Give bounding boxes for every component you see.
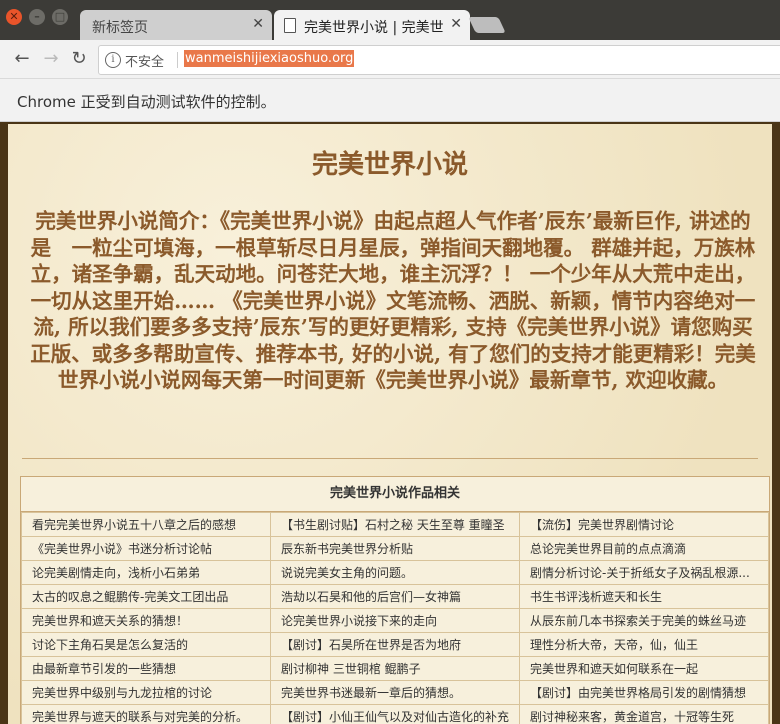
new-tab-button[interactable] <box>468 17 506 33</box>
table-cell: 剧讨柳神 三世铜棺 鲲鹏子 <box>270 656 520 681</box>
book-intro: 完美世界小说简介：《完美世界小说》由起点超人气作者’辰东’最新巨作, 讲述的是 … <box>30 209 756 392</box>
related-works-title: 完美世界小说作品相关 <box>21 477 769 512</box>
related-link[interactable]: 【剧讨】由完美世界格局引发的剧情猜想 <box>530 686 746 700</box>
table-row: 完美世界与遮天的联系与对完美的分析。 【剧讨】小仙王仙气以及对仙古造化的补充 剧讨神… <box>21 704 769 724</box>
tab-new-tab[interactable]: 新标签页 ✕ <box>80 10 272 40</box>
tab-close-icon[interactable]: ✕ <box>252 16 264 32</box>
page-title: 完美世界小说 <box>311 150 468 180</box>
related-link[interactable]: 太古的叹息之鲲鹏传-完美文工团出品 <box>32 590 228 604</box>
table-row: 完美世界中级别与九龙拉棺的讨论 完美世界书迷最新一章后的猜想。 【剧讨】由完美世界格… <box>21 680 769 705</box>
table-cell: 太古的叹息之鲲鹏传-完美文工团出品 <box>21 584 271 609</box>
automation-infobar: Chrome 正受到自动测试软件的控制。 <box>0 79 780 122</box>
related-link[interactable]: 论完美剧情走向，浅析小石弟弟 <box>32 566 200 580</box>
related-link[interactable]: 剧情分析讨论-关于折纸女子及祸乱根源... <box>530 566 750 580</box>
tab-close-icon[interactable]: ✕ <box>450 16 462 32</box>
page-viewport: 完美世界小说 完美世界小说简介：《完美世界小说》由起点超人气作者’辰东’最新巨作… <box>0 122 780 724</box>
table-cell: 完美世界和遮天关系的猜想！ <box>21 608 271 633</box>
related-link[interactable]: 书生书评浅析遮天和长生 <box>530 590 662 604</box>
related-link[interactable]: 《完美世界小说》书迷分析讨论帖 <box>32 542 212 556</box>
related-link[interactable]: 剧讨神秘来客，黄金道宫，十冠等生死 <box>530 710 734 724</box>
table-cell: 书生书评浅析遮天和长生 <box>519 584 769 609</box>
table-cell: 浩劫以石昊和他的后宫们—女神篇 <box>270 584 520 609</box>
related-link[interactable]: 完美世界书迷最新一章后的猜想。 <box>281 686 461 700</box>
table-cell: 剧情分析讨论-关于折纸女子及祸乱根源... <box>519 560 769 585</box>
related-link[interactable]: 讨论下主角石昊是怎么复活的 <box>32 638 188 652</box>
maximize-icon: □ <box>54 10 66 23</box>
related-works-panel: 完美世界小说作品相关 看完完美世界小说五十八章之后的感想 【书生剧讨贴】石村之秘 … <box>20 476 770 724</box>
related-link[interactable]: 辰东新书完美世界分析贴 <box>281 542 413 556</box>
table-cell: 完美世界与遮天的联系与对完美的分析。 <box>21 704 271 724</box>
related-link[interactable]: 看完完美世界小说五十八章之后的感想 <box>32 518 236 532</box>
window-close-button[interactable]: ✕ <box>6 9 22 25</box>
related-link[interactable]: 完美世界和遮天关系的猜想！ <box>32 614 188 628</box>
reload-icon[interactable]: ↻ <box>69 49 89 69</box>
browser-title-bar: ✕ – □ 新标签页 ✕ 完美世界小说 | 完美世界小说 ✕ <box>0 0 780 40</box>
content-area: 完美世界小说 完美世界小说简介：《完美世界小说》由起点超人气作者’辰东’最新巨作… <box>8 124 772 724</box>
table-cell: 【流伤】完美世界剧情讨论 <box>519 512 769 537</box>
related-link[interactable]: 完美世界中级别与九龙拉棺的讨论 <box>32 686 212 700</box>
related-link[interactable]: 完美世界和遮天如何联系在一起 <box>530 662 698 676</box>
table-cell: 由最新章节引发的一些猜想 <box>21 656 271 681</box>
table-cell: 【书生剧讨贴】石村之秘 天生至尊 重瞳圣 <box>270 512 520 537</box>
table-cell: 理性分析大帝，天帝，仙，仙王 <box>519 632 769 657</box>
divider <box>22 458 758 459</box>
table-row: 论完美剧情走向，浅析小石弟弟 说说完美女主角的问题。 剧情分析讨论-关于折纸女子及祸… <box>21 560 769 585</box>
tab-wanmei[interactable]: 完美世界小说 | 完美世界小说 ✕ <box>274 10 470 40</box>
window-minimize-button[interactable]: – <box>29 9 45 25</box>
table-row: 讨论下主角石昊是怎么复活的 【剧讨】石昊所在世界是否为地府 理性分析大帝，天帝，仙，… <box>21 632 769 657</box>
related-link[interactable]: 【剧讨】小仙王仙气以及对仙古造化的补充 <box>281 710 509 724</box>
table-cell: 论完美剧情走向，浅析小石弟弟 <box>21 560 271 585</box>
divider <box>177 52 178 68</box>
table-cell: 看完完美世界小说五十八章之后的感想 <box>21 512 271 537</box>
table-row: 看完完美世界小说五十八章之后的感想 【书生剧讨贴】石村之秘 天生至尊 重瞳圣 【流伤… <box>21 512 769 537</box>
table-row: 由最新章节引发的一些猜想 剧讨柳神 三世铜棺 鲲鹏子 完美世界和遮天如何联系在一起 <box>21 656 769 681</box>
security-label[interactable]: 不安全 <box>125 51 164 70</box>
table-cell: 辰东新书完美世界分析贴 <box>270 536 520 561</box>
table-cell: 总论完美世界目前的点点滴滴 <box>519 536 769 561</box>
url-text[interactable]: wanmeishijiexiaoshuo.org <box>184 50 355 67</box>
close-icon: ✕ <box>9 10 19 23</box>
info-icon[interactable]: i <box>105 52 121 68</box>
infobar-message: Chrome 正受到自动测试软件的控制。 <box>17 93 276 111</box>
address-bar[interactable]: i 不安全 wanmeishijiexiaoshuo.org <box>98 45 780 75</box>
table-cell: 剧讨神秘来客，黄金道宫，十冠等生死 <box>519 704 769 724</box>
related-link[interactable]: 理性分析大帝，天帝，仙，仙王 <box>530 638 698 652</box>
related-link[interactable]: 总论完美世界目前的点点滴滴 <box>530 542 686 556</box>
table-cell: 【剧讨】石昊所在世界是否为地府 <box>270 632 520 657</box>
table-cell: 从辰东前几本书探索关于完美的蛛丝马迹 <box>519 608 769 633</box>
tab-title: 新标签页 <box>92 20 148 36</box>
table-cell: 完美世界书迷最新一章后的猜想。 <box>270 680 520 705</box>
related-links-table: 看完完美世界小说五十八章之后的感想 【书生剧讨贴】石村之秘 天生至尊 重瞳圣 【流伤… <box>21 512 769 724</box>
table-cell: 说说完美女主角的问题。 <box>270 560 520 585</box>
related-link[interactable]: 浩劫以石昊和他的后宫们—女神篇 <box>281 590 461 604</box>
table-row: 太古的叹息之鲲鹏传-完美文工团出品 浩劫以石昊和他的后宫们—女神篇 书生书评浅析遮天… <box>21 584 769 609</box>
table-cell: 论完美世界小说接下来的走向 <box>270 608 520 633</box>
browser-toolbar: ← → ↻ i 不安全 wanmeishijiexiaoshuo.org <box>0 40 780 79</box>
table-cell: 完美世界和遮天如何联系在一起 <box>519 656 769 681</box>
related-link[interactable]: 完美世界与遮天的联系与对完美的分析。 <box>32 710 248 724</box>
related-link[interactable]: 【剧讨】石昊所在世界是否为地府 <box>281 638 461 652</box>
related-link[interactable]: 【书生剧讨贴】石村之秘 天生至尊 重瞳圣 <box>281 518 505 532</box>
table-cell: 完美世界中级别与九龙拉棺的讨论 <box>21 680 271 705</box>
back-arrow-icon[interactable]: ← <box>12 49 32 69</box>
tab-title: 完美世界小说 | 完美世界小说 <box>304 20 444 36</box>
table-cell: 【剧讨】小仙王仙气以及对仙古造化的补充 <box>270 704 520 724</box>
minimize-icon: – <box>34 10 40 23</box>
related-link[interactable]: 从辰东前几本书探索关于完美的蛛丝马迹 <box>530 614 746 628</box>
related-link[interactable]: 【流伤】完美世界剧情讨论 <box>530 518 674 532</box>
related-link[interactable]: 剧讨柳神 三世铜棺 鲲鹏子 <box>281 662 421 676</box>
related-link[interactable]: 论完美世界小说接下来的走向 <box>281 614 437 628</box>
table-row: 《完美世界小说》书迷分析讨论帖 辰东新书完美世界分析贴 总论完美世界目前的点点滴滴 <box>21 536 769 561</box>
related-link[interactable]: 说说完美女主角的问题。 <box>281 566 413 580</box>
page-icon <box>284 18 296 33</box>
table-cell: 【剧讨】由完美世界格局引发的剧情猜想 <box>519 680 769 705</box>
table-cell: 讨论下主角石昊是怎么复活的 <box>21 632 271 657</box>
window-maximize-button[interactable]: □ <box>52 9 68 25</box>
table-row: 完美世界和遮天关系的猜想！ 论完美世界小说接下来的走向 从辰东前几本书探索关于完美的… <box>21 608 769 633</box>
table-cell: 《完美世界小说》书迷分析讨论帖 <box>21 536 271 561</box>
forward-arrow-icon[interactable]: → <box>41 49 61 69</box>
related-link[interactable]: 由最新章节引发的一些猜想 <box>32 662 176 676</box>
